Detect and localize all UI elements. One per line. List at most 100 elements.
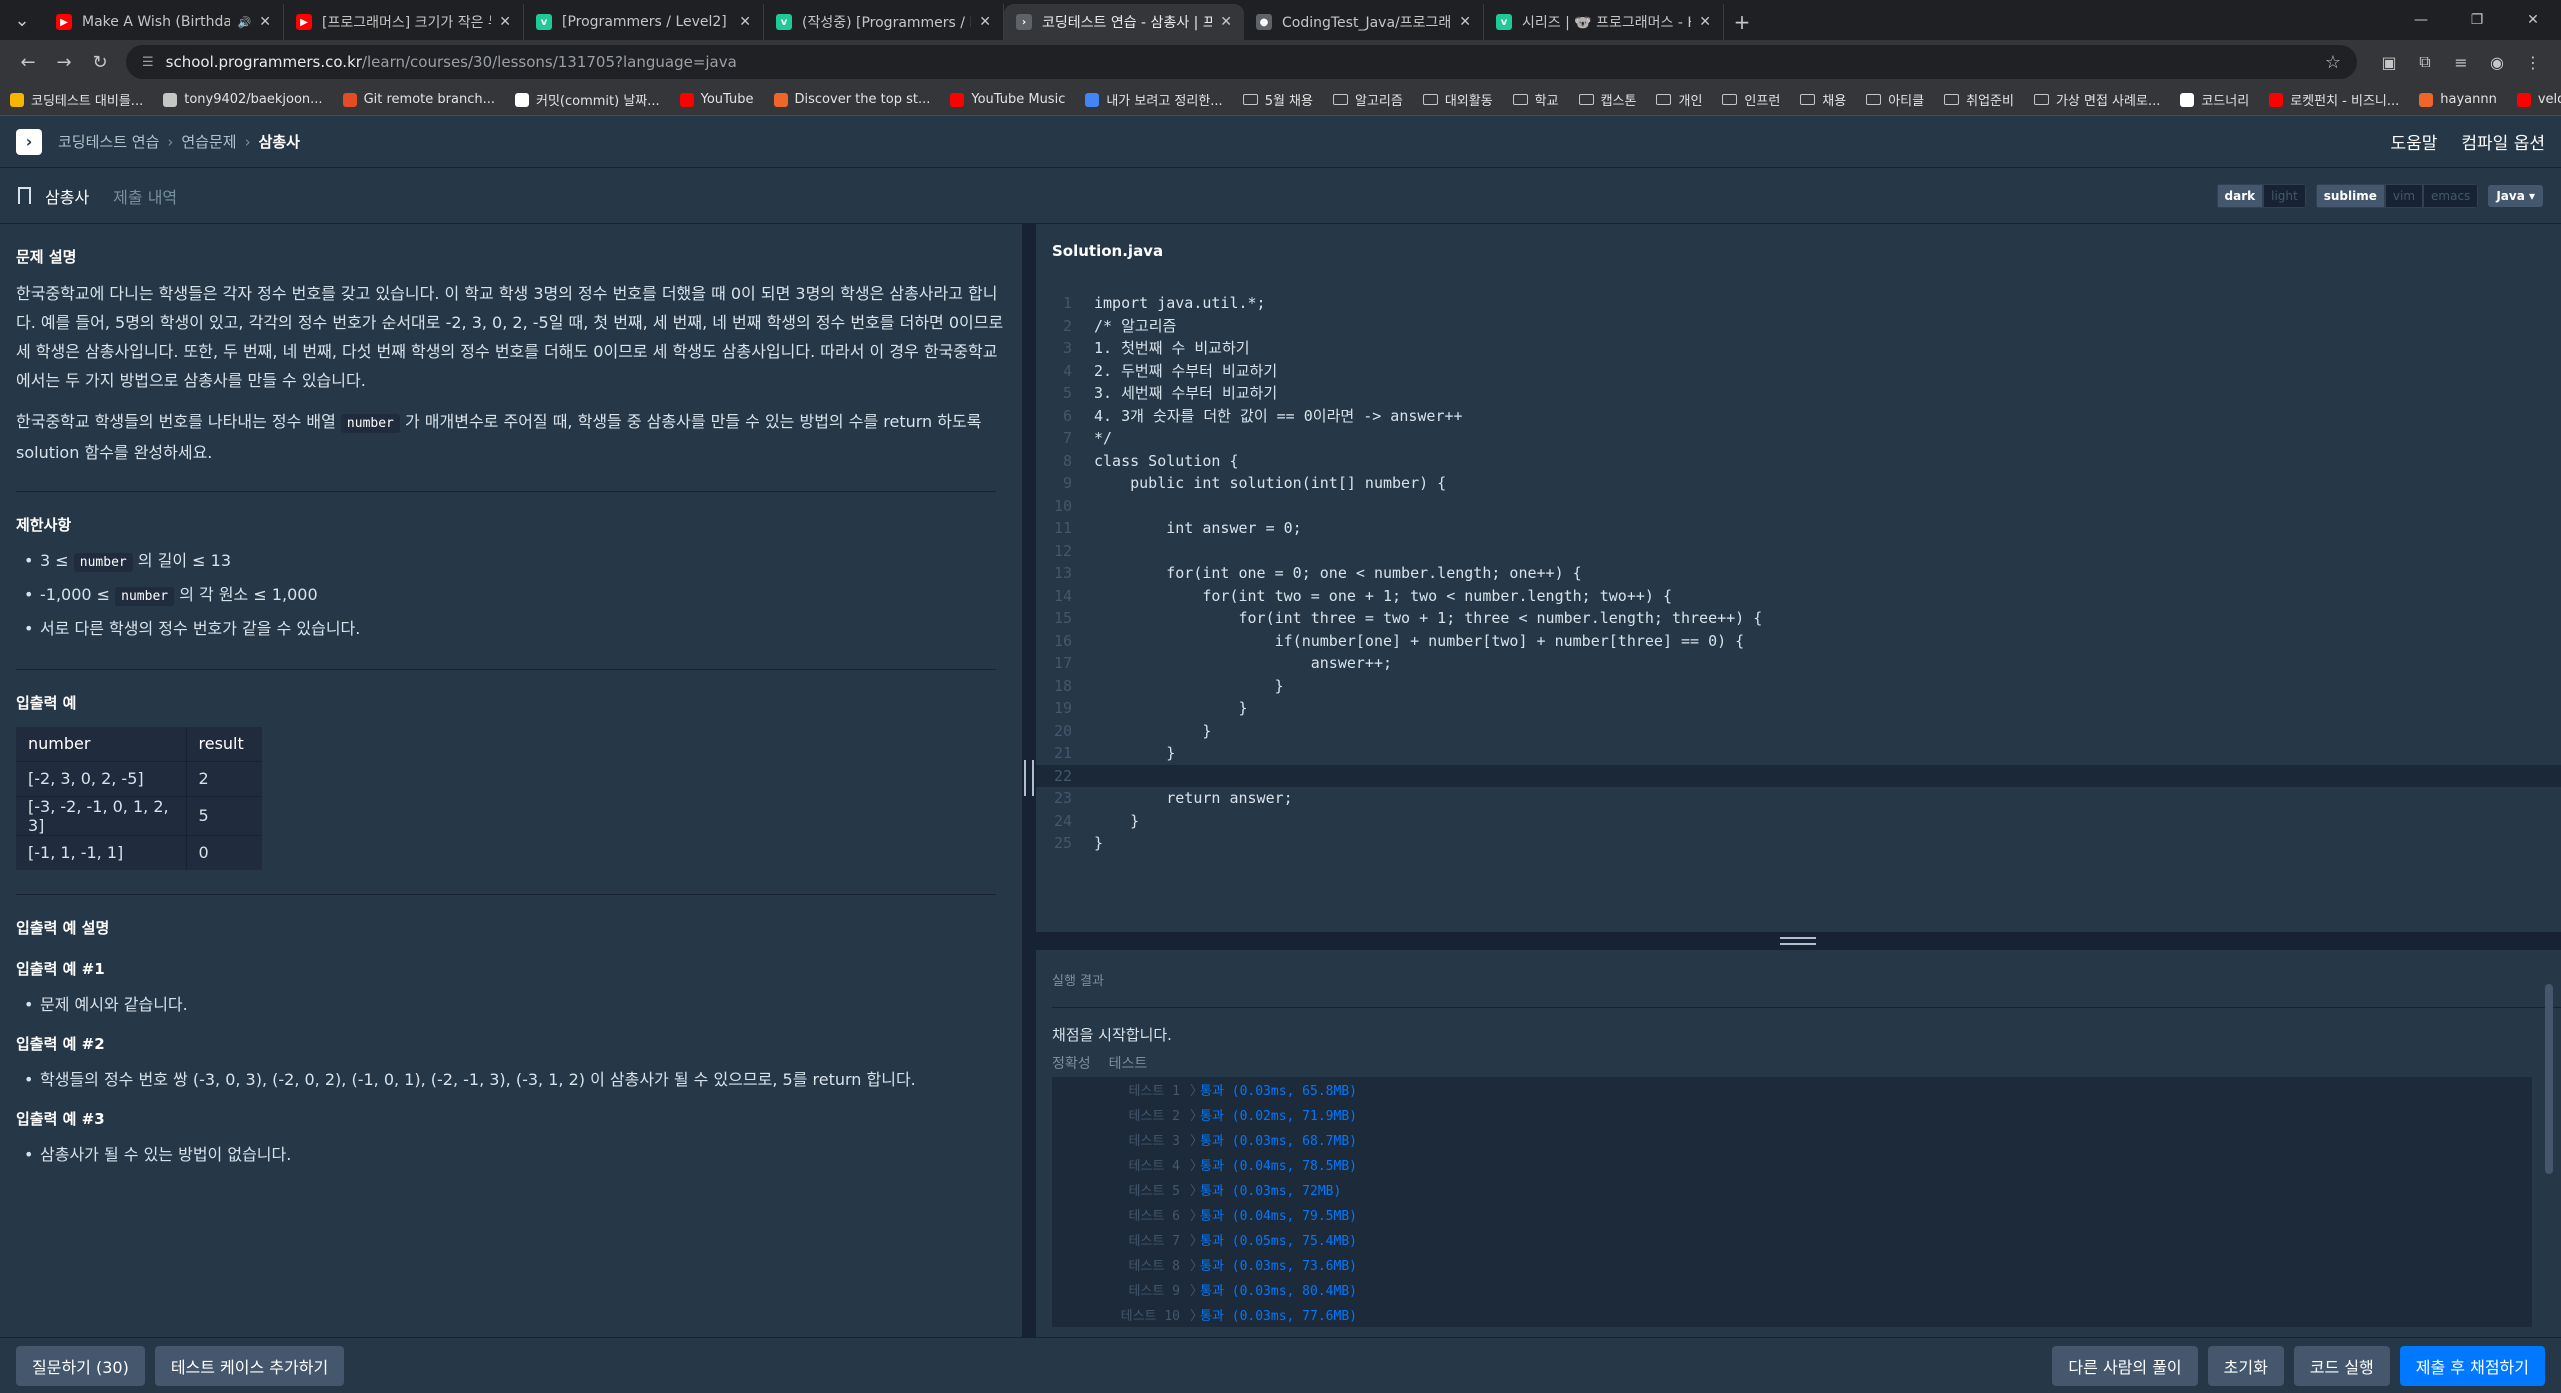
close-tab-icon[interactable]: ✕ — [1699, 14, 1711, 30]
close-tab-icon[interactable]: ✕ — [739, 14, 751, 30]
browser-tab[interactable]: ▶ Make A Wish (Birthday So 🔊 ✕ — [44, 4, 284, 40]
help-link[interactable]: 도움말 — [2390, 129, 2437, 154]
bookmark-item[interactable]: 알고리즘 — [1332, 90, 1403, 109]
bookmark-item[interactable]: tony9402/baekjoon... — [163, 92, 323, 107]
browser-tab[interactable]: v 시리즈 | 🐨 프로그래머스 - Ha ✕ — [1484, 4, 1724, 40]
code-text: return answer; — [1094, 789, 1293, 807]
breadcrumb-coding-test[interactable]: 코딩테스트 연습 — [58, 131, 159, 152]
bookmark-item[interactable]: 채용 — [1800, 90, 1846, 109]
profile-icon[interactable]: ◉ — [2479, 44, 2515, 80]
close-tab-icon[interactable]: ✕ — [1220, 14, 1232, 30]
restore-icon[interactable]: ❐ — [2449, 0, 2505, 40]
io-cell: [-1, 1, -1, 1] — [16, 834, 187, 870]
tab-search-icon[interactable]: ⌄ — [0, 0, 44, 40]
browser-tab[interactable]: › 코딩테스트 연습 - 삼총사 | 프 ✕ — [1004, 4, 1244, 40]
compile-options-link[interactable]: 컴파일 옵션 — [2461, 129, 2545, 154]
site-info-icon[interactable]: ☰ — [142, 55, 154, 70]
code-text: 1. 첫번째 수 비교하기 — [1094, 339, 1250, 357]
extensions-puzzle-icon[interactable]: ⧉ — [2407, 44, 2443, 80]
limit-text: -1,000 ≤ — [40, 585, 116, 604]
bookmark-item[interactable]: 대외활동 — [1422, 90, 1493, 109]
url-bar[interactable]: ☰ school.programmers.co.kr /learn/course… — [126, 45, 2357, 79]
bookmark-star-icon[interactable]: ☆ — [2325, 52, 2341, 73]
bookmark-item[interactable]: 커밋(commit) 날짜... — [514, 90, 660, 109]
others-solutions-button[interactable]: 다른 사람의 풀이 — [2052, 1345, 2198, 1386]
resize-grip-icon[interactable] — [1024, 760, 1034, 796]
theme-option-light[interactable]: light — [2263, 183, 2306, 208]
bookmark-item[interactable]: 인프런 — [1722, 90, 1780, 109]
bookmark-item[interactable]: Git remote branch... — [342, 92, 495, 107]
close-window-icon[interactable]: ✕ — [2505, 0, 2561, 40]
language-select[interactable]: Java ▾ — [2488, 184, 2543, 207]
bookmark-item[interactable]: 취업준비 — [1944, 90, 2014, 109]
bookmark-item[interactable]: Discover the top st... — [773, 92, 930, 107]
browser-tab[interactable]: v (작성중) [Programmers / Level ✕ — [764, 4, 1004, 40]
close-tab-icon[interactable]: ✕ — [979, 14, 991, 30]
bookmark-item[interactable]: 가상 면접 사례로... — [2033, 90, 2160, 109]
folder-icon — [1800, 94, 1816, 105]
programmers-logo-icon[interactable]: › — [16, 128, 42, 155]
test-label: 테스트 — [1108, 1056, 1148, 1072]
resize-grip-icon[interactable] — [1780, 937, 1816, 945]
bookmark-item[interactable]: 로켓펀치 - 비즈니... — [2269, 90, 2399, 109]
bookmark-icon[interactable] — [18, 187, 31, 204]
submit-button[interactable]: 제출 후 채점하기 — [2399, 1345, 2545, 1386]
tab-problem[interactable]: 삼총사 — [45, 184, 89, 208]
bookmark-item[interactable]: 내가 보려고 정리한... — [1085, 90, 1223, 109]
tab-submissions[interactable]: 제출 내역 — [113, 184, 177, 208]
browser-tab[interactable]: v [Programmers / Level2] 17867 ✕ — [524, 4, 764, 40]
tabs-container: ▶ Make A Wish (Birthday So 🔊 ✕ ▶ [프로그래머스] 크기가… — [44, 4, 1724, 40]
bookmark-item[interactable]: 5월 채용 — [1242, 90, 1313, 109]
table-row: [-1, 1, -1, 1] 0 — [16, 834, 262, 870]
code-line: 21 } — [1036, 742, 2561, 764]
reset-button[interactable]: 초기화 — [2207, 1345, 2284, 1386]
new-tab-button[interactable]: + — [1724, 4, 1760, 40]
close-tab-icon[interactable]: ✕ — [259, 14, 271, 30]
browser-tab[interactable]: ▶ [프로그래머스] 크기가 작은 부 ✕ — [284, 4, 524, 40]
close-tab-icon[interactable]: ✕ — [499, 14, 511, 30]
back-icon[interactable]: ← — [10, 44, 46, 80]
bookmarks-list: 코딩테스트 대비를... tony9402/baekjoon... Git remo… — [10, 90, 2561, 109]
media-control-icon[interactable]: ≡ — [2443, 44, 2479, 80]
bookmark-item[interactable]: hayannn — [2419, 92, 2497, 107]
ask-question-button[interactable]: 질문하기 (30) — [16, 1345, 145, 1386]
bookmark-item[interactable]: 학교 — [1512, 90, 1559, 109]
keymap-option-vim[interactable]: vim — [2384, 183, 2424, 208]
keymap-option-sublime[interactable]: sublime — [2315, 183, 2385, 208]
theme-option-dark[interactable]: dark — [2216, 183, 2264, 208]
browser-tab[interactable]: ● CodingTest_Java/프로그래머스 ✕ — [1244, 4, 1484, 40]
breadcrumb-separator-icon: › — [167, 132, 174, 151]
keymap-option-emacs[interactable]: emacs — [2423, 183, 2479, 208]
site-favicon-icon — [773, 92, 788, 107]
bookmark-item[interactable]: 캡스톤 — [1578, 90, 1636, 109]
breadcrumb-practice[interactable]: 연습문제 — [181, 131, 236, 152]
add-testcase-button[interactable]: 테스트 케이스 추가하기 — [154, 1345, 345, 1386]
example-2-text: 학생들의 정수 번호 쌍 (-3, 0, 3), (-2, 0, 2), (-1… — [16, 1064, 1006, 1096]
bookmark-item[interactable]: 아티클 — [1866, 90, 1924, 109]
audio-playing-icon[interactable]: 🔊 — [238, 16, 252, 29]
forward-icon[interactable]: → — [46, 44, 82, 80]
divider — [16, 894, 996, 895]
browser-tab-strip: ⌄ ▶ Make A Wish (Birthday So 🔊 ✕ ▶ [프로그래머스] 크… — [0, 0, 2561, 40]
code-editor[interactable]: 1 import java.util.*; 2 /* 알고리즘 3 1. 첫번째 수 비교… — [1036, 282, 2561, 932]
keymap-toggle: sublime vim emacs — [2315, 183, 2479, 208]
inline-code: number — [73, 553, 133, 572]
extension-icon[interactable]: ▣ — [2371, 44, 2407, 80]
bookmark-item[interactable]: 개인 — [1656, 90, 1702, 109]
youtube-icon: ▶ — [56, 14, 72, 30]
table-row: 테스트 5 〉 통과 (0.03ms, 72MB) — [1052, 1177, 2532, 1202]
results-scrollbar[interactable] — [2545, 984, 2553, 1174]
programmers-icon: › — [1016, 14, 1032, 30]
minimize-icon[interactable]: — — [2393, 0, 2449, 40]
bookmark-item[interactable]: YouTube — [679, 92, 754, 107]
browser-menu-icon[interactable]: ⋮ — [2515, 44, 2551, 80]
reload-icon[interactable]: ↻ — [82, 44, 118, 80]
close-tab-icon[interactable]: ✕ — [1459, 14, 1471, 30]
bookmark-item[interactable]: 코드너리 — [2180, 90, 2249, 109]
run-code-button[interactable]: 코드 실행 — [2293, 1345, 2390, 1386]
bookmark-item[interactable]: 코딩테스트 대비를... — [10, 90, 143, 109]
address-bar-row: ← → ↻ ☰ school.programmers.co.kr /learn/… — [0, 40, 2561, 84]
bookmark-item[interactable]: velog — [2516, 92, 2561, 107]
test-result: 통과 (0.03ms, 72MB) — [1200, 1184, 1342, 1199]
bookmark-item[interactable]: YouTube Music — [950, 92, 1065, 107]
